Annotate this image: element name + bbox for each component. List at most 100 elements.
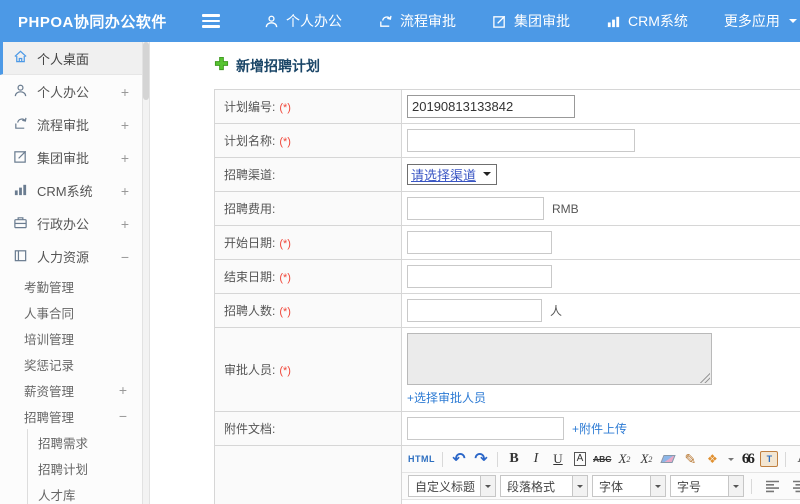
form-row-end-date: 结束日期: (*) [214, 259, 800, 294]
paste-text-icon[interactable]: T [760, 451, 779, 467]
attachment-input[interactable] [407, 417, 564, 440]
hamburger-menu-icon[interactable] [202, 14, 222, 28]
field-label: 附件文档: [224, 422, 276, 436]
sidebar-item-label: 培训管理 [24, 332, 75, 347]
align-center-icon[interactable] [790, 476, 800, 496]
redo-icon[interactable] [472, 449, 490, 469]
edit-icon [492, 14, 507, 29]
sidebar-item-label: CRM系统 [37, 184, 93, 199]
field-label: 审批人员: [224, 363, 276, 377]
start-date-input[interactable] [407, 231, 552, 254]
undo-icon[interactable] [450, 449, 468, 469]
flow-icon [13, 116, 28, 134]
sidebar-item-group-approval[interactable]: 集团审批 + [0, 141, 142, 174]
sidebar-item-recruit-plan[interactable]: 招聘计划 [28, 455, 142, 481]
channel-select[interactable]: 请选择渠道 [407, 164, 498, 185]
html-source-button[interactable]: HTML [408, 449, 435, 469]
field-label: 招聘渠道: [224, 168, 276, 182]
caret-down-icon [650, 476, 665, 496]
collapse-minus-icon: − [118, 408, 127, 424]
sidebar-item-salary[interactable]: 薪资管理 + [0, 377, 142, 403]
top-menu-label: CRM系统 [628, 13, 688, 29]
sidebar-item-human-resources[interactable]: 人力资源 − [0, 240, 142, 273]
required-mark: (*) [279, 365, 291, 377]
sidebar-item-label: 招聘计划 [38, 462, 89, 477]
caret-down-icon [788, 19, 797, 27]
caret-down-icon[interactable] [728, 457, 735, 464]
expand-plus-icon: + [120, 149, 129, 166]
font-color-button[interactable]: A [793, 449, 800, 469]
sidebar-item-rewards[interactable]: 奖惩记录 [0, 351, 142, 377]
paragraph-format-dropdown[interactable]: 段落格式 [500, 475, 588, 497]
superscript-button[interactable]: X2 [615, 449, 633, 469]
expand-plus-icon: + [118, 382, 127, 398]
font-style-button[interactable]: A [573, 452, 587, 466]
auto-format-icon[interactable] [703, 449, 721, 469]
sidebar-item-personal-desktop[interactable]: 个人桌面 [0, 42, 142, 75]
home-icon [13, 49, 28, 67]
sidebar-item-hr-contracts[interactable]: 人事合同 [0, 299, 142, 325]
blockquote-button[interactable]: 66 [738, 449, 756, 469]
sidebar-item-recruit-demand[interactable]: 招聘需求 [28, 429, 142, 455]
sidebar-item-talent-pool[interactable]: 人才库 [28, 481, 142, 504]
sidebar-item-label: 考勤管理 [24, 280, 75, 295]
sidebar-item-label: 行政办公 [37, 217, 90, 232]
briefcase-icon [13, 215, 28, 233]
approver-textarea[interactable] [407, 333, 712, 385]
top-menu-personal-office[interactable]: 个人办公 [264, 11, 342, 31]
strikethrough-button[interactable]: ABC [593, 449, 611, 469]
scrollbar-thumb[interactable] [143, 42, 149, 100]
sidebar-item-admin-office[interactable]: 行政办公 + [0, 207, 142, 240]
italic-button[interactable]: I [527, 449, 545, 469]
bold-button[interactable]: B [505, 449, 523, 469]
attachment-upload-link[interactable]: +附件上传 [572, 422, 627, 436]
sidebar-item-label: 个人桌面 [37, 51, 90, 67]
required-mark: (*) [279, 306, 291, 318]
sidebar-item-crm[interactable]: CRM系统 + [0, 174, 142, 207]
sidebar-item-label: 招聘管理 [24, 410, 75, 425]
edit-icon [13, 149, 28, 167]
form-row-approver: 审批人员: (*) +选择审批人员 [214, 327, 800, 412]
plan-name-input[interactable] [407, 129, 635, 152]
end-date-input[interactable] [407, 265, 552, 288]
caret-down-icon [572, 476, 587, 496]
top-menu-more-apps[interactable]: 更多应用 [724, 11, 797, 31]
align-left-icon[interactable] [763, 476, 781, 496]
flow-icon [378, 14, 393, 29]
eraser-icon[interactable] [659, 449, 677, 469]
sidebar-item-label: 流程审批 [37, 118, 90, 133]
top-menu-workflow-approval[interactable]: 流程审批 [378, 11, 456, 31]
app-logo[interactable]: PHPOA协同办公软件 [0, 11, 186, 32]
required-mark: (*) [279, 102, 291, 114]
select-approver-link[interactable]: +选择审批人员 [407, 389, 800, 406]
sidebar-item-personal-office[interactable]: 个人办公 + [0, 75, 142, 108]
sidebar-item-label: 个人办公 [37, 85, 90, 100]
top-menu-group-approval[interactable]: 集团审批 [492, 11, 570, 31]
sidebar-item-workflow-approval[interactable]: 流程审批 + [0, 108, 142, 141]
underline-button[interactable]: U [549, 449, 567, 469]
recruit-submenu: 招聘需求 招聘计划 人才库 [27, 429, 142, 504]
headcount-input[interactable] [407, 299, 542, 322]
field-label: 计划名称: [224, 134, 276, 148]
required-mark: (*) [279, 238, 291, 250]
sidebar-item-training[interactable]: 培训管理 [0, 325, 142, 351]
editor-content-area[interactable] [402, 500, 800, 504]
sidebar-item-attendance[interactable]: 考勤管理 [0, 273, 142, 299]
font-size-dropdown[interactable]: 字号 [670, 475, 744, 497]
fee-input[interactable] [407, 197, 544, 220]
expand-plus-icon: + [120, 83, 129, 100]
form-row-plan-name: 计划名称: (*) [214, 123, 800, 158]
format-brush-icon[interactable] [681, 449, 699, 469]
plan-no-input[interactable] [407, 95, 575, 118]
resize-grip-icon[interactable] [700, 373, 710, 383]
sidebar-item-label: 人才库 [38, 488, 76, 503]
subscript-button[interactable]: X2 [637, 449, 655, 469]
custom-heading-dropdown[interactable]: 自定义标题 [408, 475, 496, 497]
sidebar-item-label: 集团审批 [37, 151, 90, 166]
top-menu-crm[interactable]: CRM系统 [606, 11, 688, 31]
sidebar-item-recruit-management[interactable]: 招聘管理 − [0, 403, 142, 429]
sidebar-item-label: 奖惩记录 [24, 358, 75, 373]
field-label: 计划编号: [224, 100, 276, 114]
font-family-dropdown[interactable]: 字体 [592, 475, 666, 497]
main-content: 新增招聘计划 计划编号:(*) 计划名称:(*) [150, 42, 800, 504]
